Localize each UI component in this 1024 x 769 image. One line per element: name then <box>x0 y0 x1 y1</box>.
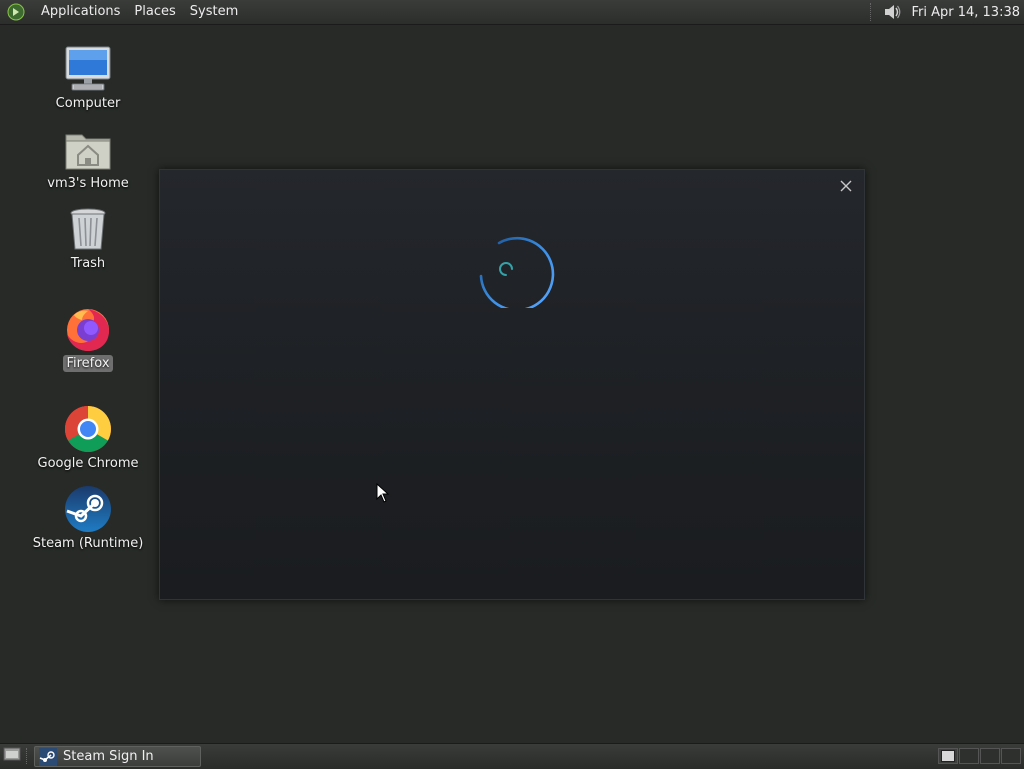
desktop-icon-trash[interactable]: Trash <box>28 205 148 272</box>
computer-icon <box>64 45 112 93</box>
desktop-icon-label: Steam (Runtime) <box>32 536 144 551</box>
window-thumbnail <box>941 750 955 762</box>
trash-icon <box>64 205 112 253</box>
desktop-icon-label: Computer <box>55 96 121 111</box>
firefox-icon <box>64 305 112 353</box>
desktop-icon-label: Firefox <box>63 355 113 372</box>
workspace-switcher[interactable] <box>938 748 1022 765</box>
desktop-icon-firefox[interactable]: Firefox <box>28 305 148 372</box>
loading-spinner-icon <box>473 226 555 312</box>
speaker-icon[interactable] <box>881 1 903 23</box>
panel-tray: Fri Apr 14, 13:38 <box>870 0 1024 24</box>
desktop-icon-label: Trash <box>70 256 106 271</box>
desktop-icon-label: Google Chrome <box>37 456 139 471</box>
steam-icon <box>64 485 112 533</box>
menu-applications[interactable]: Applications <box>34 0 127 24</box>
home-folder-icon <box>64 125 112 173</box>
desktop-icon-home[interactable]: vm3's Home <box>28 125 148 192</box>
workspace-1[interactable] <box>938 748 958 764</box>
workspace-3[interactable] <box>980 748 1000 764</box>
workspace-4[interactable] <box>1001 748 1021 764</box>
steam-icon <box>39 747 57 766</box>
workspace-2[interactable] <box>959 748 979 764</box>
steam-signin-window[interactable] <box>159 169 865 600</box>
show-desktop-button[interactable] <box>2 747 22 765</box>
menu-places[interactable]: Places <box>127 0 182 24</box>
panel-grip <box>870 3 875 21</box>
close-button[interactable] <box>834 174 858 198</box>
show-desktop-icon <box>3 746 21 766</box>
desktop-icon-steam[interactable]: Steam (Runtime) <box>28 485 148 552</box>
desktop-icon-computer[interactable]: Computer <box>28 45 148 112</box>
bottom-panel: Steam Sign In <box>0 743 1024 769</box>
desktop-icon-chrome[interactable]: Google Chrome <box>28 405 148 472</box>
task-steam-sign-in[interactable]: Steam Sign In <box>34 746 201 767</box>
gnome-foot-icon[interactable] <box>6 2 26 22</box>
clock[interactable]: Fri Apr 14, 13:38 <box>911 5 1020 20</box>
task-label: Steam Sign In <box>63 749 154 764</box>
menu-system[interactable]: System <box>183 0 245 24</box>
mouse-cursor-icon <box>376 482 390 503</box>
close-icon <box>840 177 852 196</box>
desktop-icon-label: vm3's Home <box>47 176 129 191</box>
chrome-icon <box>64 405 112 453</box>
panel-grip <box>26 748 30 764</box>
top-panel: Applications Places System Fri Apr 14, 1… <box>0 0 1024 25</box>
